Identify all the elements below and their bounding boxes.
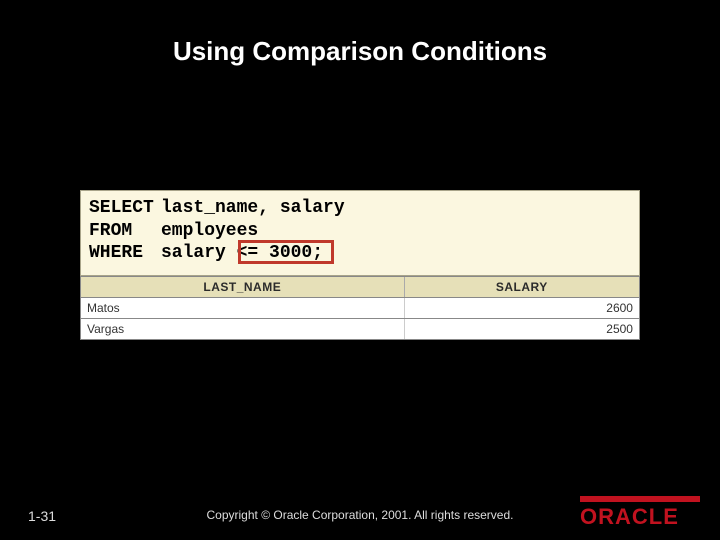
sql-keyword-select: SELECT [89, 197, 161, 220]
sql-expr-3-pre: salary [161, 243, 237, 263]
table-row: Matos 2600 [80, 298, 640, 319]
cell-last-name: Matos [81, 298, 405, 318]
result-table: LAST_NAME SALARY Matos 2600 Vargas 2500 [80, 276, 640, 340]
cell-salary: 2600 [405, 298, 639, 318]
sql-line-2: FROMemployees [89, 220, 631, 243]
sql-expr-2: employees [161, 221, 258, 241]
header-salary: SALARY [405, 277, 639, 297]
sql-line-3: WHEREsalary <= 3000; [89, 242, 631, 265]
oracle-logo: ORACLE [580, 496, 700, 530]
sql-line-1: SELECTlast_name, salary [89, 197, 631, 220]
slide-footer: 1-31 Copyright © Oracle Corporation, 200… [0, 484, 720, 540]
sql-code-block: SELECTlast_name, salary FROMemployees WH… [80, 190, 640, 276]
result-header-row: LAST_NAME SALARY [80, 276, 640, 298]
cell-last-name: Vargas [81, 319, 405, 339]
slide-title: Using Comparison Conditions [0, 0, 720, 67]
table-row: Vargas 2500 [80, 319, 640, 340]
logo-word: ORACLE [580, 504, 700, 530]
sql-keyword-where: WHERE [89, 242, 161, 265]
header-last-name: LAST_NAME [81, 277, 405, 297]
cell-salary: 2500 [405, 319, 639, 339]
sql-expr-3-post: ; [312, 243, 323, 263]
logo-bar [580, 496, 700, 502]
sql-keyword-from: FROM [89, 220, 161, 243]
sql-expr-3-op: <= 3000 [237, 243, 313, 263]
sql-expr-1: last_name, salary [161, 198, 345, 218]
